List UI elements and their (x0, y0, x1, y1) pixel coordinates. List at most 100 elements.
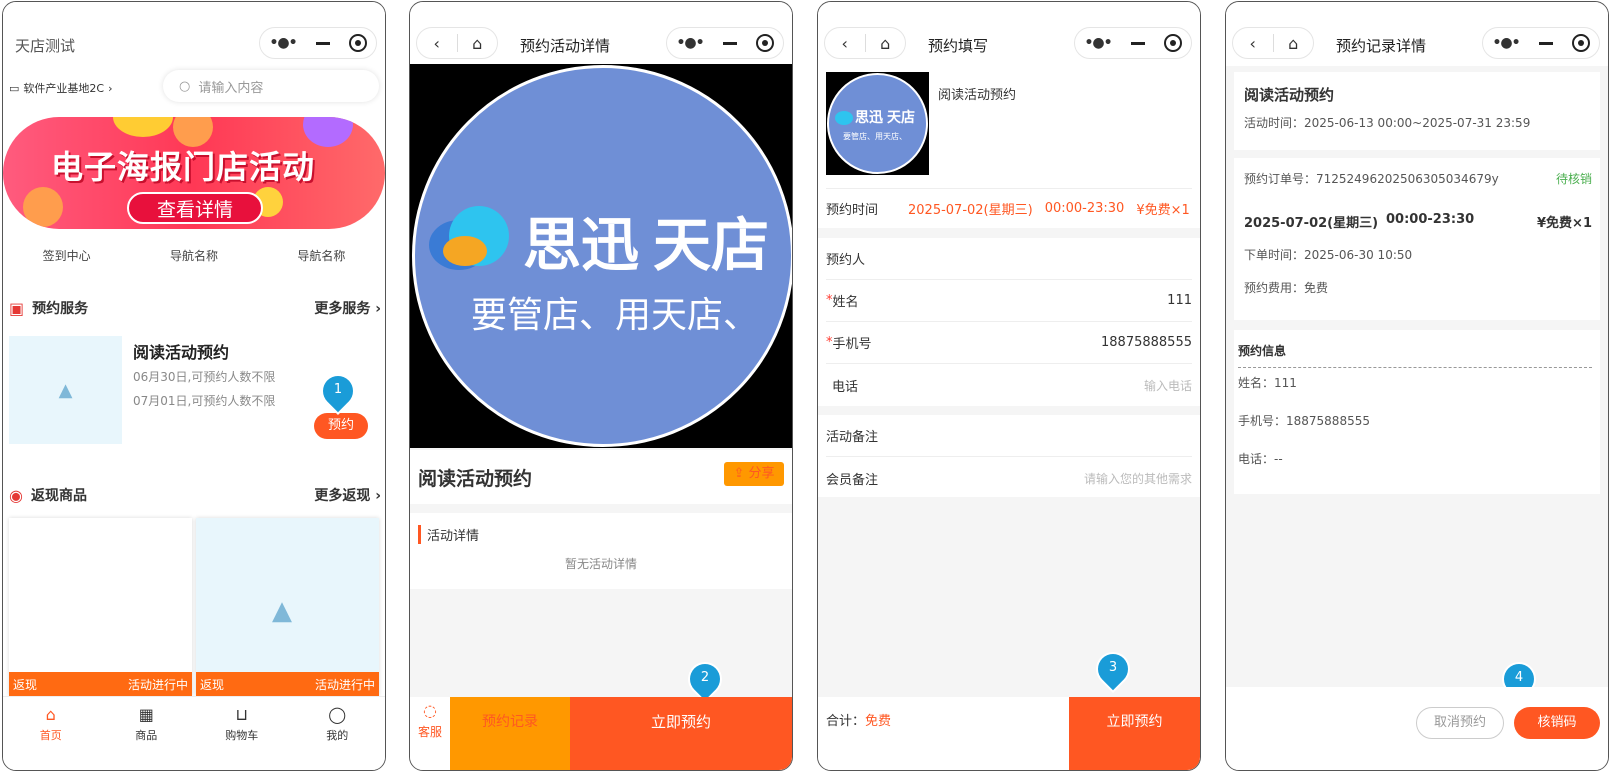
cancel-booking-button[interactable]: 取消预约 (1416, 707, 1504, 739)
store-location[interactable]: ▭ 软件产业基地2C › (9, 80, 113, 96)
back-icon[interactable]: ‹ (417, 34, 457, 53)
activity-details: 活动详情 暂无活动详情 (410, 513, 792, 589)
records-button[interactable]: 预约记录 (450, 697, 570, 770)
back-icon[interactable]: ‹ (1233, 34, 1273, 53)
info-tel: 电话：-- (1238, 452, 1283, 466)
service-button[interactable]: ◌ 客服 (410, 697, 450, 770)
submit-booking-button[interactable]: 立即预约 (1069, 697, 1200, 770)
search-input[interactable]: ○ 请输入内容 (163, 70, 379, 102)
cashback-section-header: ◉ 返现商品 更多返现 › (9, 485, 381, 505)
mini-program-capsule[interactable]: •●• (259, 27, 377, 59)
notes-header: 活动备注 (826, 415, 1192, 457)
more-services-link[interactable]: 更多服务 › (314, 298, 381, 318)
home-icon[interactable]: ⌂ (458, 34, 498, 53)
nav-row: 签到中心 导航名称 导航名称 (3, 247, 385, 264)
booking-time-row[interactable]: 预约时间 2025-07-02(星期三) 00:00-23:30 ¥免费×1 (826, 188, 1192, 228)
minimize-icon[interactable] (315, 41, 330, 45)
minimize-icon[interactable] (1538, 41, 1553, 45)
status-badge: 待核销 (1555, 172, 1592, 186)
top-bar: ‹ ⌂ 预约填写 •●• (818, 2, 1200, 66)
search-icon: ○ (179, 78, 191, 94)
minimize-icon[interactable] (722, 41, 737, 45)
home-icon[interactable]: ⌂ (866, 34, 906, 53)
phone-field[interactable]: * 手机号 18875888555 (826, 322, 1192, 364)
share-icon: ⇪ (733, 466, 745, 481)
top-bar: ‹ ⌂ 预约活动详情 •●• (410, 2, 792, 66)
product-card[interactable]: 返现 活动进行中 (9, 518, 192, 696)
banner-button[interactable]: 查看详情 (127, 192, 263, 224)
tel-field[interactable]: 电话 输入电话 (826, 364, 1192, 406)
tab-home[interactable]: ⌂ 首页 (3, 697, 99, 770)
order-card: 预约订单号：7125249620250630503467​9y 待核销 2025… (1234, 158, 1600, 320)
brand-logo: 思迅 天店 要管店、用天店、 (412, 65, 792, 447)
activity-title[interactable]: 阅读活动预约 (133, 339, 229, 363)
details-empty: 暂无活动详情 (564, 557, 637, 571)
phone-activity-detail: ‹ ⌂ 预约活动详情 •●• 思迅 天店 要管店、用天店、 阅读活动预约 ⇪ 分享… (409, 1, 793, 771)
close-target-icon[interactable] (348, 34, 367, 52)
time-date: 2025-07-02(星期三) (908, 203, 1033, 218)
step-marker: 2 (683, 657, 727, 702)
close-target-icon[interactable] (1163, 34, 1182, 52)
image-icon: ▲ (272, 596, 292, 626)
time-price: ¥免费×1 (1136, 203, 1190, 218)
nav-item[interactable]: 导航名称 (130, 247, 257, 264)
nav-pill: ‹ ⌂ (824, 27, 906, 59)
more-icon[interactable]: •●• (1084, 35, 1112, 51)
minimize-icon[interactable] (1130, 41, 1145, 45)
tab-bar: ⌂ 首页 ▦ 商品 ⊔ 购物车 ◯ 我的 (3, 696, 386, 770)
image-icon: ▲ (58, 379, 73, 401)
more-cashback-link[interactable]: 更多返现 › (314, 485, 381, 505)
promo-banner[interactable]: 电子海报门店活动 查看详情 (3, 117, 385, 229)
mini-program-capsule[interactable]: •●• (666, 27, 784, 59)
cloud-icon (429, 206, 513, 276)
booker-form: 预约人 * 姓名 111 * 手机号 18875888555 电话 输入电话 (818, 238, 1200, 406)
activity-title: 阅读活动预约 (1244, 86, 1335, 104)
brand-slogan: 要管店、用天店、 (471, 295, 760, 336)
order-time: 下单时间：2025-06-30 10:50 (1244, 248, 1413, 262)
bottom-action-bar: 取消预约 核销码 (1226, 687, 1608, 770)
decor (23, 187, 63, 227)
bottom-action-bar: ◌ 客服 预约记录 立即预约 (410, 697, 792, 770)
back-icon[interactable]: ‹ (825, 34, 865, 53)
more-icon[interactable]: •●• (269, 35, 297, 51)
step-marker: 3 (1091, 647, 1135, 692)
more-icon[interactable]: •●• (676, 35, 704, 51)
book-now-button[interactable]: 立即预约 (570, 697, 792, 770)
tab-cart[interactable]: ⊔ 购物车 (194, 697, 290, 770)
cashback-icon: ◉ (9, 485, 23, 505)
store-icon: ▭ (9, 81, 20, 95)
info-name: 姓名：111 (1238, 376, 1297, 390)
share-button[interactable]: ⇪ 分享 (724, 462, 784, 486)
nav-pill: ‹ ⌂ (416, 27, 498, 59)
phone-home: 天店测试 •●• ▭ 软件产业基地2C › ○ 请输入内容 电子海报门店活动 查… (2, 1, 386, 771)
activity-slot: 07月01日,可预约人数不限 (133, 394, 276, 408)
page-title: 预约填写 (928, 37, 989, 55)
name-field[interactable]: * 姓名 111 (826, 280, 1192, 322)
location-label: 软件产业基地2C (23, 82, 105, 95)
mini-program-capsule[interactable]: •●• (1074, 27, 1192, 59)
notes-section: 活动备注 会员备注 请输入您的其他需求 (818, 415, 1200, 497)
home-icon: ⌂ (45, 705, 56, 724)
top-bar: 天店测试 •●• (3, 2, 385, 66)
time-label: 预约时间 (826, 203, 879, 218)
product-card[interactable]: ▲ 返现 活动进行中 (196, 518, 379, 696)
verify-code-button[interactable]: 核销码 (1514, 707, 1600, 739)
close-target-icon[interactable] (755, 34, 774, 52)
more-icon[interactable]: •●• (1492, 35, 1520, 51)
info-header: 预约信息 (1238, 342, 1592, 368)
home-icon[interactable]: ⌂ (1274, 34, 1314, 53)
activity-image-placeholder[interactable]: ▲ (9, 336, 122, 444)
member-note-field[interactable]: 会员备注 请输入您的其他需求 (826, 457, 1192, 499)
mini-program-capsule[interactable]: •●• (1482, 27, 1600, 59)
nav-item[interactable]: 导航名称 (258, 247, 385, 264)
tab-mine[interactable]: ◯ 我的 (290, 697, 386, 770)
section-title: 预约服务 (32, 301, 89, 317)
book-button[interactable]: 预约 (314, 413, 368, 439)
nav-item[interactable]: 签到中心 (3, 247, 130, 264)
activity-time: 活动时间：2025-06-13 00:00~2025-07-31 23:59 (1244, 116, 1531, 130)
tab-products[interactable]: ▦ 商品 (99, 697, 195, 770)
booking-info-card: 预约信息 姓名：111 手机号：18875888555 电话：-- (1234, 330, 1600, 494)
shop-name: 天店测试 (15, 37, 76, 55)
banner-title: 电子海报门店活动 (51, 148, 316, 186)
close-target-icon[interactable] (1571, 34, 1590, 52)
